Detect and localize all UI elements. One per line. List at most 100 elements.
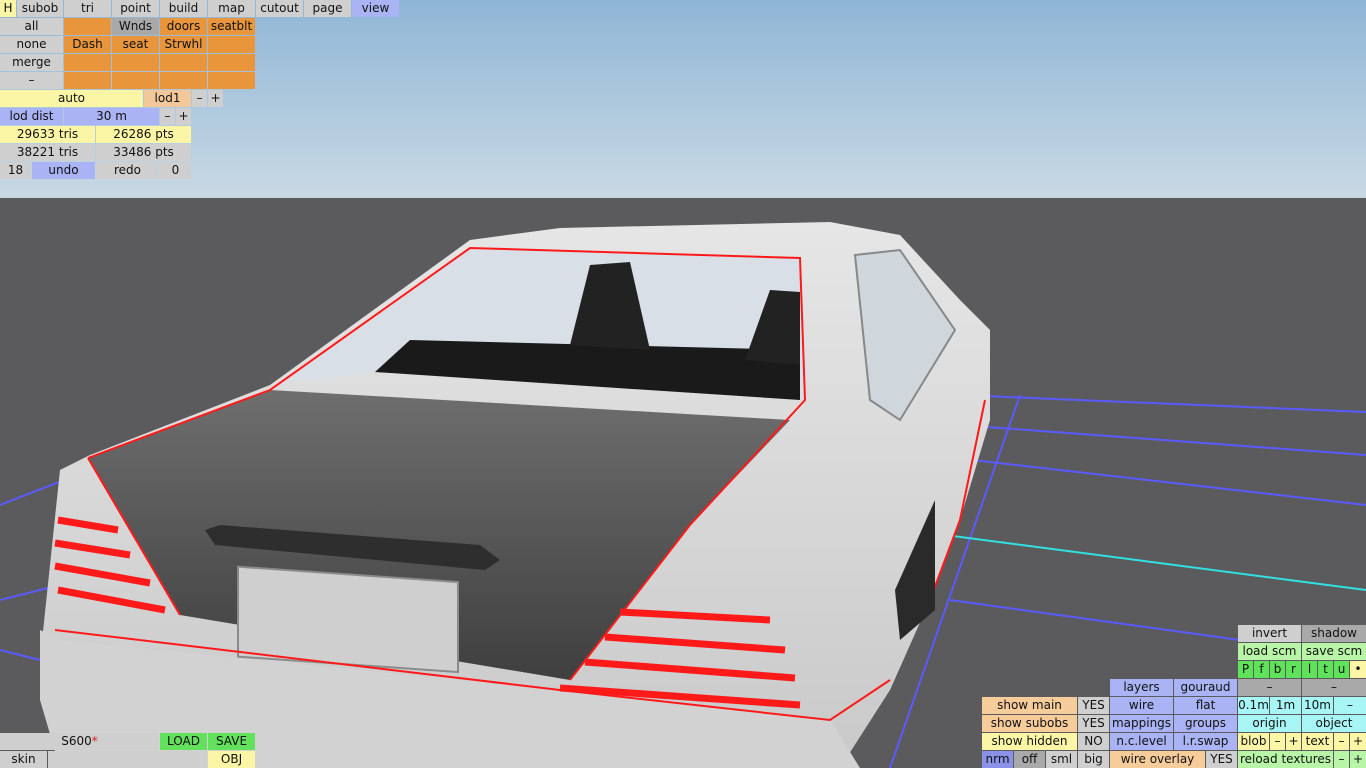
shadow-button[interactable]: shadow [1302, 625, 1366, 642]
show-hidden-value[interactable]: NO [1078, 733, 1109, 750]
group-slot-empty[interactable] [160, 54, 207, 71]
size-sml-button[interactable]: sml [1046, 751, 1077, 768]
cutout-tab[interactable]: cutout [256, 0, 303, 17]
save-button[interactable]: SAVE [208, 733, 255, 750]
file-name-field[interactable]: S600* [0, 733, 159, 750]
tri-count: 29633 tris [0, 126, 95, 143]
subob-tab[interactable]: subob [17, 0, 63, 17]
point-count: 26286 pts [96, 126, 191, 143]
group-slot-empty[interactable] [208, 36, 255, 53]
group-doors-button[interactable]: doors [160, 18, 207, 35]
flag-t[interactable]: t [1318, 661, 1333, 678]
load-button[interactable]: LOAD [160, 733, 207, 750]
3d-viewport[interactable] [0, 0, 1366, 768]
group-seatblt-button[interactable]: seatblt [208, 18, 255, 35]
redo-count: 0 [160, 162, 191, 179]
group-dash-button[interactable]: Dash [64, 36, 111, 53]
file-name: S600 [61, 734, 92, 748]
text-increase-button[interactable]: + [1350, 733, 1366, 750]
object-button[interactable]: object [1302, 715, 1366, 732]
show-subobs-value[interactable]: YES [1078, 715, 1109, 732]
merge-button[interactable]: merge [0, 54, 63, 71]
grid-01m-button[interactable]: 0.1m [1238, 697, 1269, 714]
size-off-button[interactable]: off [1014, 751, 1045, 768]
groups-button[interactable]: groups [1174, 715, 1237, 732]
group-slot-empty[interactable] [64, 72, 111, 89]
flag-p[interactable]: P [1238, 661, 1253, 678]
flag-l[interactable]: l [1302, 661, 1317, 678]
group-slot-empty[interactable] [160, 72, 207, 89]
undo-button[interactable]: undo [32, 162, 95, 179]
select-all-button[interactable]: all [0, 18, 63, 35]
flag-r[interactable]: r [1286, 661, 1301, 678]
grid-10m-button[interactable]: 10m [1302, 697, 1333, 714]
grid-minus-button[interactable]: – [1334, 697, 1366, 714]
select-none-button[interactable]: none [0, 36, 63, 53]
lod-dist-value: 30 m [64, 108, 159, 125]
text-decrease-button[interactable]: – [1334, 733, 1349, 750]
map-tab[interactable]: map [208, 0, 255, 17]
page-tab[interactable]: page [304, 0, 351, 17]
lr-swap-button[interactable]: l.r.swap [1174, 733, 1237, 750]
wire-overlay-label[interactable]: wire overlay [1110, 751, 1205, 768]
lod-dist-increase-button[interactable]: + [176, 108, 191, 125]
origin-button[interactable]: origin [1238, 715, 1301, 732]
show-hidden-label[interactable]: show hidden [982, 733, 1077, 750]
group-wnds-button[interactable]: Wnds [112, 18, 159, 35]
show-main-value[interactable]: YES [1078, 697, 1109, 714]
size-nrm-button[interactable]: nrm [982, 751, 1013, 768]
mappings-button[interactable]: mappings [1110, 715, 1173, 732]
group-slot-empty[interactable] [64, 54, 111, 71]
h-button[interactable]: H [0, 0, 16, 17]
skin-label[interactable]: skin [0, 751, 47, 768]
lod-increase-button[interactable]: + [208, 90, 223, 107]
gouraud-button[interactable]: gouraud [1174, 679, 1237, 696]
tri-tab[interactable]: tri [64, 0, 111, 17]
skin-field[interactable] [48, 751, 207, 768]
save-scm-button[interactable]: save scm [1302, 643, 1366, 660]
group-strwhl-button[interactable]: Strwhl [160, 36, 207, 53]
modified-mark: * [91, 734, 98, 748]
group-slot-empty[interactable] [208, 54, 255, 71]
flat-button[interactable]: flat [1174, 697, 1237, 714]
grid-1m-button[interactable]: 1m [1270, 697, 1301, 714]
group-slot-empty[interactable] [208, 72, 255, 89]
lod-level-button[interactable]: lod1 [144, 90, 191, 107]
reload-textures-button[interactable]: reload textures [1238, 751, 1333, 768]
wire-overlay-value[interactable]: YES [1206, 751, 1237, 768]
group-slot-empty[interactable] [64, 18, 111, 35]
size-big-button[interactable]: big [1078, 751, 1109, 768]
text-button[interactable]: text [1302, 733, 1333, 750]
minus-button[interactable]: – [0, 72, 63, 89]
lod-decrease-button[interactable]: – [192, 90, 207, 107]
group-seat-button[interactable]: seat [112, 36, 159, 53]
blob-decrease-button[interactable]: – [1270, 733, 1285, 750]
invert-button[interactable]: invert [1238, 625, 1301, 642]
reload-decrease-button[interactable]: – [1334, 751, 1349, 768]
blob-increase-button[interactable]: + [1286, 733, 1301, 750]
redo-button[interactable]: redo [96, 162, 159, 179]
flag-f[interactable]: f [1254, 661, 1269, 678]
lod-dist-label: lod dist [0, 108, 63, 125]
load-scm-button[interactable]: load scm [1238, 643, 1301, 660]
lod-auto-button[interactable]: auto [0, 90, 143, 107]
wire-button[interactable]: wire [1110, 697, 1173, 714]
layers-button[interactable]: layers [1110, 679, 1173, 696]
obj-button[interactable]: OBJ [208, 751, 255, 768]
flag-b[interactable]: b [1270, 661, 1285, 678]
flag-dot[interactable]: • [1350, 661, 1366, 678]
point-tab[interactable]: point [112, 0, 159, 17]
nc-level-button[interactable]: n.c.level [1110, 733, 1173, 750]
show-main-label[interactable]: show main [982, 697, 1077, 714]
blob-button[interactable]: blob [1238, 733, 1269, 750]
build-tab[interactable]: build [160, 0, 207, 17]
dash-button-2[interactable]: – [1302, 679, 1366, 696]
flag-u[interactable]: u [1334, 661, 1349, 678]
reload-increase-button[interactable]: + [1350, 751, 1366, 768]
view-tab[interactable]: view [352, 0, 399, 17]
dash-button-1[interactable]: – [1238, 679, 1301, 696]
show-subobs-label[interactable]: show subobs [982, 715, 1077, 732]
lod-dist-decrease-button[interactable]: – [160, 108, 175, 125]
group-slot-empty[interactable] [112, 72, 159, 89]
group-slot-empty[interactable] [112, 54, 159, 71]
